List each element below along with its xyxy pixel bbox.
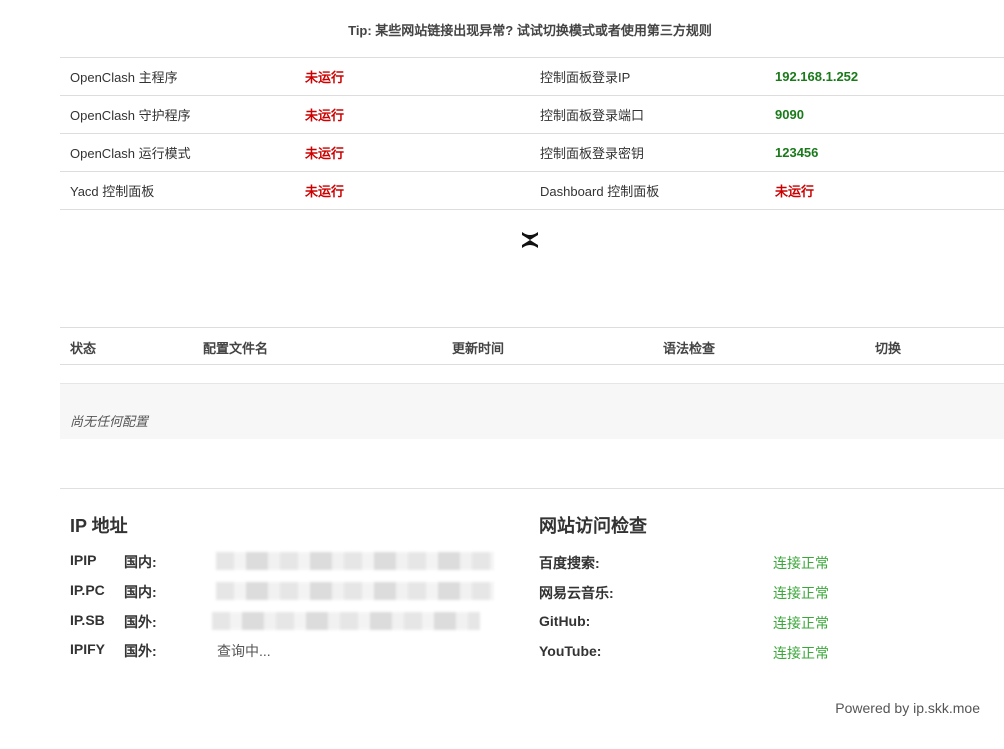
header-update-time: 更新时间 [452,341,505,356]
status-value: 9090 [765,95,1004,134]
check-row: GitHub: 连接正常 [539,613,979,633]
section-divider [60,488,1004,489]
check-site: 百度搜索: [539,555,600,571]
config-empty-text: 尚无任何配置 [70,414,149,429]
status-value: 未运行 [295,57,530,96]
header-config-file: 配置文件名 [203,341,269,356]
ip-region: 国内: [124,554,157,570]
status-value: 未运行 [765,171,1004,210]
ip-region: 国内: [124,584,157,600]
status-value: 未运行 [295,171,530,210]
check-state: 连接正常 [773,645,829,661]
status-value: 123456 [765,133,1004,172]
check-state: 连接正常 [773,585,829,601]
status-value: 未运行 [295,95,530,134]
check-site: 网易云音乐: [539,585,614,601]
check-state: 连接正常 [773,615,829,631]
check-site: GitHub: [539,613,591,629]
ip-value-blurred [216,552,494,570]
ip-value-blurred [212,612,480,630]
status-label: Yacd 控制面板 [60,171,295,210]
status-label: 控制面板登录IP [530,57,765,96]
ip-section-title: IP 地址 [70,516,128,536]
check-row: 网易云音乐: 连接正常 [539,583,979,603]
check-section-title: 网站访问检查 [539,516,647,536]
ip-source: IP.SB [70,612,105,628]
status-label: OpenClash 守护程序 [60,95,295,134]
status-row: OpenClash 主程序 未运行 控制面板登录IP 192.168.1.252 [60,57,1004,96]
header-status: 状态 [70,341,97,356]
status-label: OpenClash 运行模式 [60,133,295,172]
config-empty-row: 尚无任何配置 [60,383,1004,439]
ip-region: 国外: [124,614,157,630]
ip-value-blurred [216,582,494,600]
check-site: YouTube: [539,643,602,659]
ip-source: IPIP [70,552,97,568]
check-row: YouTube: 连接正常 [539,643,979,663]
status-table: OpenClash 主程序 未运行 控制面板登录IP 192.168.1.252… [60,57,1004,210]
openclash-overview-page: Tip: 某些网站链接出现异常? 试试切换模式或者使用第三方规则 OpenCla… [0,0,1004,749]
ip-source: IPIFY [70,641,106,657]
check-row: 百度搜索: 连接正常 [539,553,979,573]
openclash-x-logo-icon[interactable] [519,229,541,251]
ip-row: IPIFY 国外: 查询中... [70,641,510,661]
status-label: OpenClash 主程序 [60,57,295,96]
status-row: OpenClash 运行模式 未运行 控制面板登录密钥 123456 [60,133,1004,172]
header-syntax-check: 语法检查 [663,341,716,356]
config-table-header: 状态 配置文件名 更新时间 语法检查 切换 [60,327,1004,365]
status-row: OpenClash 守护程序 未运行 控制面板登录端口 9090 [60,95,1004,134]
ip-row: IP.SB 国外: [70,612,510,632]
ip-row: IP.PC 国内: [70,582,510,602]
status-value: 192.168.1.252 [765,57,1004,96]
powered-by-link[interactable]: Powered by ip.skk.moe [835,700,980,716]
ip-source: IP.PC [70,582,105,598]
header-switch: 切换 [875,341,902,356]
ip-region: 国外: [124,643,157,659]
status-value: 未运行 [295,133,530,172]
status-label: Dashboard 控制面板 [530,171,765,210]
check-state: 连接正常 [773,555,829,571]
status-row: Yacd 控制面板 未运行 Dashboard 控制面板 未运行 [60,171,1004,210]
status-label: 控制面板登录密钥 [530,133,765,172]
tip-text: Tip: 某些网站链接出现异常? 试试切换模式或者使用第三方规则 [348,23,712,38]
ip-value: 查询中... [217,643,271,659]
ip-row: IPIP 国内: [70,552,510,572]
status-label: 控制面板登录端口 [530,95,765,134]
